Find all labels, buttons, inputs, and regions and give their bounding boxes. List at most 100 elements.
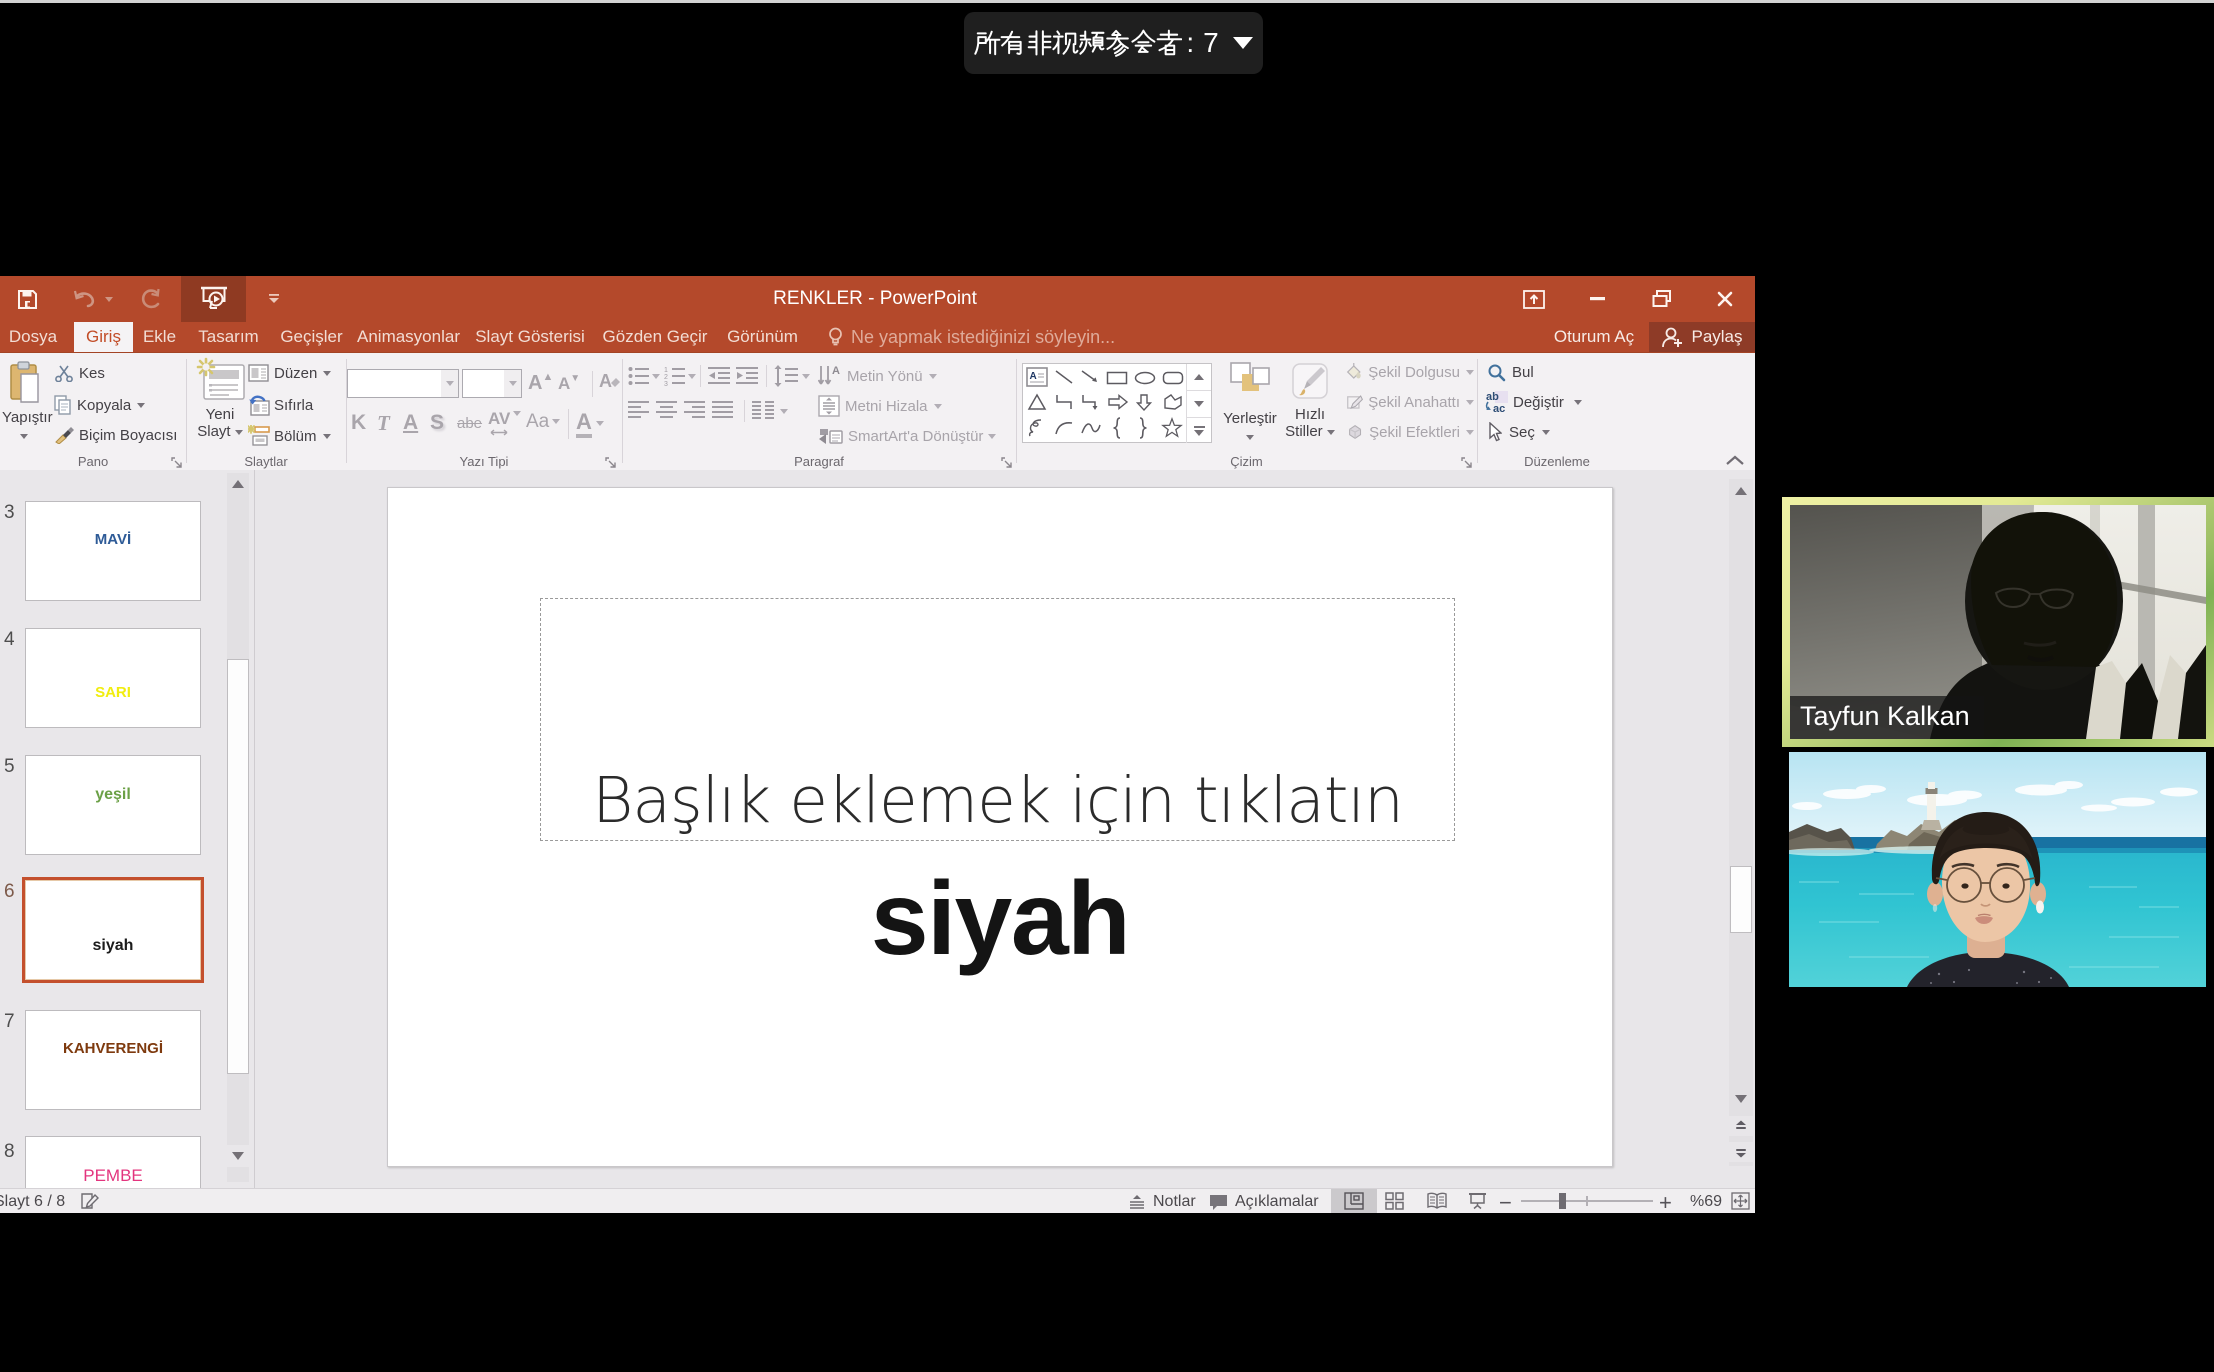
cizim-dialog-launcher[interactable]	[1460, 456, 1474, 470]
gallery-scroll-down[interactable]	[1186, 390, 1211, 417]
pano-dialog-launcher[interactable]	[170, 456, 184, 470]
tell-me-box[interactable]: Ne yapmak istediğinizi söyleyin...	[828, 322, 1128, 352]
select-button[interactable]: Seç	[1487, 421, 1607, 443]
previous-slide-button[interactable]	[1729, 1116, 1753, 1136]
notes-toggle[interactable]: Notlar	[1128, 1193, 1196, 1211]
rounded-rectangle-shape[interactable]	[1162, 371, 1184, 390]
paste-button[interactable]: Yapıştır	[2, 359, 46, 445]
character-spacing-button[interactable]: AV	[488, 409, 521, 436]
slide-body-text[interactable]: siyah	[388, 860, 1612, 979]
font-size-combobox[interactable]	[462, 369, 522, 398]
bold-button[interactable]: K	[351, 411, 366, 435]
close-button[interactable]	[1706, 276, 1744, 322]
strikethrough-button[interactable]: abe	[457, 415, 482, 432]
slide-thumbnail-8[interactable]: PEMBE	[25, 1136, 201, 1188]
bullets-button[interactable]	[628, 366, 650, 391]
increase-indent-button[interactable]	[736, 366, 759, 391]
textbox-shape[interactable]: A	[1026, 367, 1048, 392]
scroll-up-arrow[interactable]	[1729, 479, 1753, 503]
line-shape[interactable]	[1054, 369, 1074, 390]
yazi-tipi-dialog-launcher[interactable]	[604, 456, 618, 470]
save-button[interactable]	[10, 276, 44, 322]
gallery-scroll-up[interactable]	[1186, 364, 1211, 390]
justify-button[interactable]	[712, 401, 734, 425]
star-shape[interactable]	[1161, 417, 1183, 444]
columns-dropdown[interactable]	[780, 409, 788, 414]
arc-shape[interactable]	[1054, 420, 1074, 441]
align-center-button[interactable]	[656, 401, 678, 425]
new-slide-button[interactable]: Yeni Slayt	[194, 357, 246, 453]
tab-dosya[interactable]: Dosya	[0, 322, 66, 352]
scrollbar-thumb[interactable]	[1730, 866, 1752, 933]
freeform-shape[interactable]	[1162, 393, 1184, 416]
layout-button[interactable]: Düzen	[248, 362, 344, 384]
cut-button[interactable]: Kes	[54, 361, 184, 385]
slide-show-button[interactable]	[1468, 1192, 1487, 1215]
zoom-in-button[interactable]: +	[1659, 1190, 1672, 1216]
minimize-button[interactable]	[1578, 276, 1616, 322]
tab-gorunum[interactable]: Görünüm	[715, 322, 810, 352]
undo-button[interactable]	[70, 276, 100, 322]
participants-dropdown[interactable]: :7	[964, 12, 1263, 74]
tab-gozden-gecir[interactable]: Gözden Geçir	[595, 322, 715, 352]
oval-shape[interactable]	[1134, 371, 1156, 390]
clear-formatting-button[interactable]: A	[599, 371, 621, 392]
ribbon-display-options-button[interactable]	[1516, 276, 1552, 322]
zoom-out-button[interactable]: −	[1499, 1190, 1512, 1216]
format-painter-button[interactable]: Biçim Boyacısı	[54, 423, 184, 447]
down-arrow-shape[interactable]	[1135, 393, 1153, 416]
copy-button[interactable]: Kopyala	[54, 393, 184, 417]
line-spacing-button[interactable]	[774, 365, 798, 392]
columns-button[interactable]	[752, 401, 775, 425]
tab-gecisler[interactable]: Geçişler	[271, 322, 352, 352]
slide-thumbnail-4[interactable]: SARI	[25, 628, 201, 728]
find-button[interactable]: Bul	[1487, 362, 1607, 382]
elbow-arrow-connector-shape[interactable]	[1080, 393, 1100, 416]
start-from-beginning-button[interactable]	[181, 276, 246, 322]
gallery-more-button[interactable]	[1186, 417, 1211, 443]
line-spacing-dropdown[interactable]	[802, 374, 810, 379]
scroll-down-arrow[interactable]	[1729, 1088, 1753, 1110]
title-placeholder[interactable]: Başlık eklemek için tıklatın	[540, 598, 1455, 841]
zoom-level[interactable]: %69	[1690, 1193, 1722, 1211]
numbering-button[interactable]: 123	[664, 366, 686, 391]
left-brace-shape[interactable]	[1111, 417, 1123, 444]
align-left-button[interactable]	[628, 401, 650, 425]
shrink-font-button[interactable]: A▼	[558, 373, 580, 394]
participant-video-tile[interactable]	[1789, 752, 2206, 987]
text-direction-button[interactable]: A Metin Yönü	[818, 365, 1016, 387]
normal-view-button[interactable]	[1331, 1189, 1377, 1213]
scroll-up-arrow[interactable]	[227, 473, 249, 495]
tab-ekle[interactable]: Ekle	[133, 322, 186, 352]
share-button[interactable]: Paylaş	[1649, 322, 1755, 352]
slide-thumbnail-5[interactable]: yeşil	[25, 755, 201, 855]
quick-access-toolbar-dropdown[interactable]	[264, 276, 284, 322]
notes-edit-icon[interactable]	[80, 1192, 100, 1215]
next-slide-button[interactable]	[1729, 1142, 1753, 1162]
participant-video-tile-active[interactable]: Tayfun Kalkan	[1782, 497, 2214, 747]
editor-scrollbar[interactable]	[1729, 479, 1753, 1166]
shape-fill-button[interactable]: Şekil Dolgusu	[1346, 362, 1474, 382]
fit-to-window-button[interactable]	[1731, 1192, 1750, 1215]
slide-sorter-view-button[interactable]	[1385, 1192, 1404, 1215]
reset-button[interactable]: Sıfırla	[248, 394, 344, 416]
reading-view-button[interactable]	[1427, 1192, 1447, 1215]
convert-to-smartart-button[interactable]: SmartArt'a Dönüştür	[818, 425, 1016, 447]
rectangle-shape[interactable]	[1106, 371, 1128, 390]
font-name-combobox[interactable]	[347, 369, 459, 398]
right-arrow-shape[interactable]	[1107, 393, 1129, 416]
shape-effects-button[interactable]: Şekil Efektleri	[1346, 422, 1474, 442]
grow-font-button[interactable]: A▲	[528, 371, 553, 395]
decrease-indent-button[interactable]	[708, 366, 731, 391]
text-shadow-button[interactable]: S	[430, 411, 444, 435]
redo-button[interactable]	[135, 276, 165, 322]
tab-giris[interactable]: Giriş	[74, 322, 133, 352]
elbow-connector-shape[interactable]	[1054, 393, 1074, 416]
thumbnail-panel-scrollbar[interactable]	[227, 473, 249, 1182]
shape-outline-button[interactable]: Şekil Anahattı	[1346, 392, 1474, 412]
tab-animasyonlar[interactable]: Animasyonlar	[352, 322, 465, 352]
slide-thumbnail-6-selected[interactable]: siyah	[25, 880, 201, 980]
restore-button[interactable]	[1643, 276, 1681, 322]
align-text-button[interactable]: Metni Hizala	[818, 395, 1016, 417]
triangle-shape[interactable]	[1027, 393, 1047, 416]
